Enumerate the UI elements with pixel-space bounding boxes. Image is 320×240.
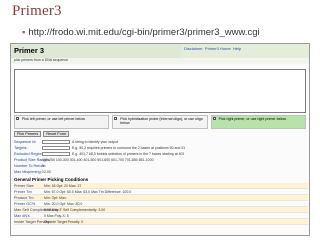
param-label[interactable]: Targets: (14, 146, 40, 150)
link-help[interactable]: Help (233, 46, 241, 51)
param-desc: E.g. 50,2 requires primers to surround t… (72, 146, 186, 150)
slide-url: ▪ http://frodo.wi.mit.edu/cgi-bin/primer3… (22, 27, 260, 38)
condition-values: Min: Opt: Max: (44, 195, 67, 200)
param-desc: E.g. 401,7 68,3 forbids selection of pri… (72, 152, 185, 156)
header-links: Disclaimer Primer3 Home Help (181, 44, 309, 58)
param-input[interactable] (42, 152, 70, 156)
param-label[interactable]: Product Size Ranges (14, 158, 50, 162)
condition-label[interactable]: Max Self Complementarity (14, 208, 59, 212)
reset-form-button[interactable]: Reset Form (43, 131, 70, 137)
condition-row: Inside Target Penalty Outside Target Pen… (14, 219, 308, 225)
condition-values: 8.00 Max 3' Self Complementarity: 3.00 (44, 207, 106, 212)
condition-label[interactable]: Product Tm (14, 196, 44, 200)
param-desc: 12.00 (42, 170, 51, 174)
param-desc: 150-250 100-300 301-400 401-500 501-600 … (42, 158, 154, 162)
pick-left-checkbox[interactable] (16, 117, 19, 120)
conditions-table: Primer Size Min: 18 Opt: 20 Max: 27 Prim… (14, 183, 308, 225)
browser-window: Primer 3 Disclaimer Primer3 Home Help pi… (10, 43, 310, 236)
action-buttons: Pick Primers Reset Form (14, 131, 306, 137)
condition-label[interactable]: Max #N's (14, 214, 44, 218)
condition-label[interactable]: Primer Size (14, 184, 44, 188)
condition-values: Min: 57.0 Opt: 60.0 Max: 63.0 Max Tm Dif… (44, 189, 132, 194)
slide-title: Primer3 (12, 3, 62, 19)
condition-values: Outside Target Penalty: 0 (44, 219, 84, 224)
pick-right-checkbox[interactable] (212, 117, 216, 120)
param-label[interactable]: Max Mispriming: (14, 170, 42, 174)
param-row: Max Mispriming: 12.00 (14, 169, 306, 175)
param-input[interactable] (42, 146, 70, 150)
app-brand: Primer 3 (11, 44, 181, 58)
pick-probe-label: Pick hybridization probe (internal oligo… (120, 117, 203, 125)
pick-right-panel: Pick right primer, or use right primer b… (210, 115, 306, 129)
condition-label[interactable]: Inside Target Penalty (14, 220, 49, 224)
bullet-icon: ▪ (22, 27, 26, 38)
pick-primers-button[interactable]: Pick Primers (14, 131, 42, 137)
pick-options: Pick left primer, or use left primer bel… (14, 115, 306, 129)
param-input[interactable] (42, 140, 70, 144)
url-text[interactable]: http://frodo.wi.mit.edu/cgi-bin/primer3/… (28, 27, 259, 38)
link-disclaimer[interactable]: Disclaimer (184, 46, 203, 51)
param-desc: A string to identify your output (72, 140, 119, 144)
param-label[interactable]: Excluded Regions: (14, 152, 46, 156)
pick-probe-checkbox[interactable] (114, 117, 118, 120)
condition-values: Min: 20.0 Opt: Max: 80.0 (44, 201, 83, 206)
condition-label[interactable]: Primer GC% (14, 202, 44, 206)
condition-values: 0 Max Poly-X: 5 (44, 213, 69, 218)
instructions-text (11, 64, 309, 68)
app-header: Primer 3 Disclaimer Primer3 Home Help (11, 44, 309, 58)
pick-left-label: Pick left primer, or use left primer bel… (22, 117, 85, 121)
sequence-input[interactable] (14, 69, 306, 113)
param-label[interactable]: Number To Return: (14, 164, 46, 168)
param-desc: 5 (42, 164, 44, 168)
condition-values: Min: 18 Opt: 20 Max: 27 (44, 183, 82, 188)
link-home[interactable]: Primer3 Home (205, 46, 231, 51)
pick-probe-panel: Pick hybridization probe (internal oligo… (112, 115, 208, 129)
pick-right-label: Pick right primer, or use right primer b… (218, 117, 286, 121)
param-label[interactable]: Sequence Id: (14, 140, 40, 144)
condition-label[interactable]: Primer Tm (14, 190, 44, 194)
conditions-title: General Primer Picking Conditions (14, 177, 89, 182)
pick-left-panel: Pick left primer, or use left primer bel… (14, 115, 110, 129)
